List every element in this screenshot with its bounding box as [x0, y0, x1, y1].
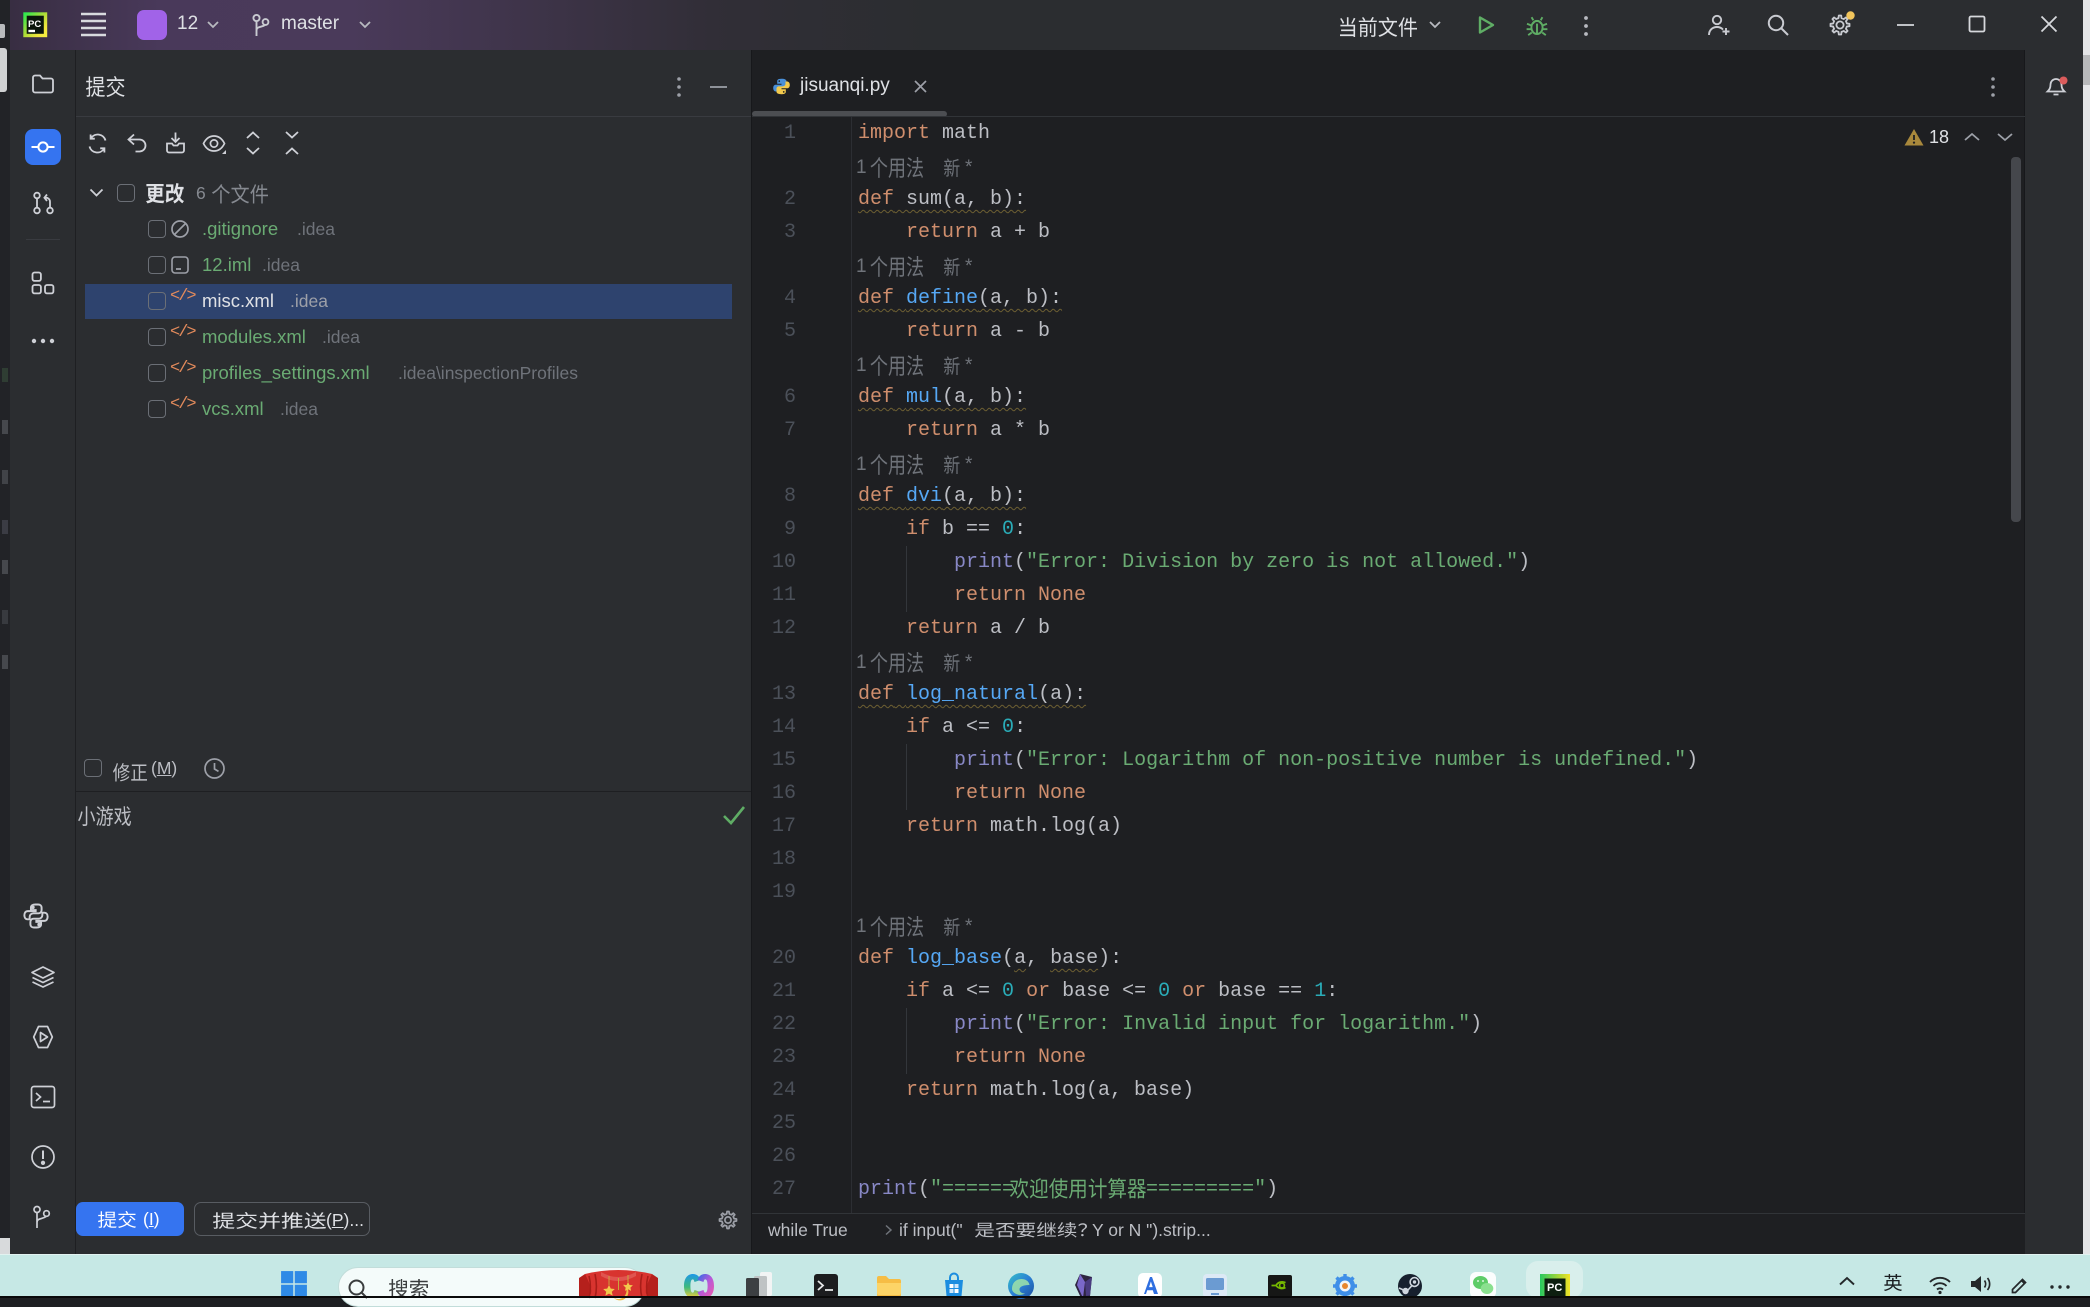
svg-text:PC: PC	[1547, 1282, 1562, 1294]
svg-text:PC: PC	[28, 19, 41, 30]
